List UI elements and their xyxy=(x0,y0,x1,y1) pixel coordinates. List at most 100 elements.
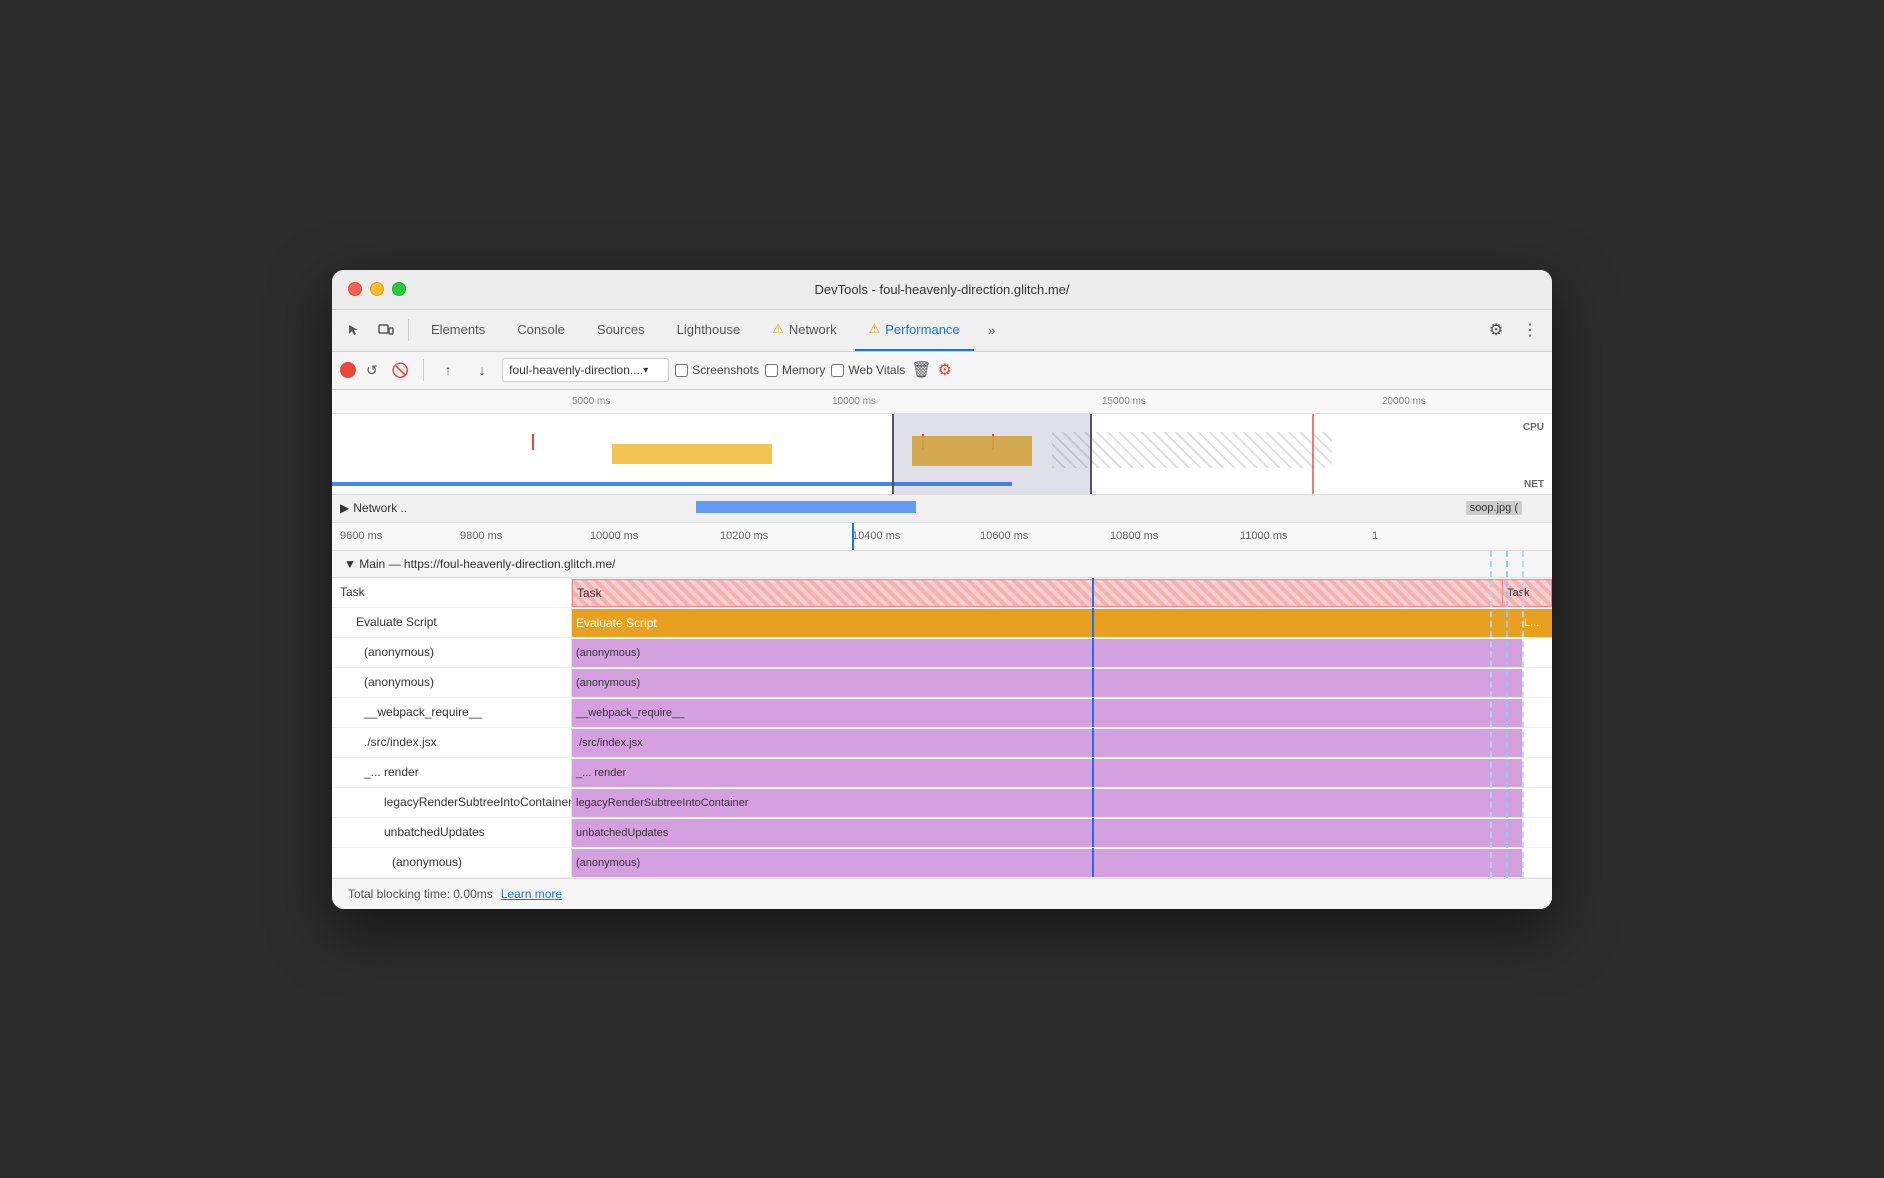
flame-bar-unbatched: unbatchedUpdates xyxy=(572,818,1552,847)
capture-settings-button[interactable]: ⚙ xyxy=(938,360,952,380)
reload-record-button[interactable]: ↺ xyxy=(362,360,382,381)
blue-line-evaluate xyxy=(1092,608,1094,637)
tick-10400: 10400 ms xyxy=(852,530,900,542)
memory-checkbox-group: Memory xyxy=(765,363,825,377)
devtools-window: DevTools - foul-heavenly-direction.glitc… xyxy=(332,270,1552,909)
red-marker-1 xyxy=(532,434,534,450)
toolbar-right: ⚙ ⋮ xyxy=(1482,316,1544,344)
tick-10000: 10000 ms xyxy=(832,396,876,407)
more-options-icon[interactable]: ⋮ xyxy=(1516,316,1544,344)
timeline-ruler-detail: 9600 ms 9800 ms 10000 ms 10200 ms 10400 … xyxy=(332,523,1552,551)
src-block: ./src/index.jsx xyxy=(572,729,1522,757)
flame-label-legacy: legacyRenderSubtreeIntoContainer xyxy=(332,788,572,817)
tick-5000: 5000 ms xyxy=(572,396,610,407)
flame-chart-header[interactable]: ▼ Main — https://foul-heavenly-direction… xyxy=(332,551,1552,578)
blue-line-src xyxy=(1092,728,1094,757)
performance-warning-icon: ⚠ xyxy=(869,321,881,337)
device-toggle-icon[interactable] xyxy=(372,316,400,344)
more-tabs-icon[interactable]: » xyxy=(978,316,1006,344)
flame-label-anon-2: (anonymous) xyxy=(332,668,572,697)
flame-bar-render: _... render xyxy=(572,758,1552,787)
flame-label-anon-bottom: (anonymous) xyxy=(332,848,572,877)
performance-toolbar: ↺ 🚫 ↑ ↓ foul-heavenly-direction.... ▾ Sc… xyxy=(332,352,1552,390)
tick-10200: 10200 ms xyxy=(720,530,768,542)
blue-line-webpack xyxy=(1092,698,1094,727)
flame-bar-anon-1: (anonymous) xyxy=(572,638,1552,667)
dashed-line-3 xyxy=(1522,551,1524,878)
tick-10800: 10800 ms xyxy=(1110,530,1158,542)
flame-row-src: ./src/index.jsx ./src/index.jsx xyxy=(332,728,1552,758)
tab-elements[interactable]: Elements xyxy=(417,309,499,351)
flame-bar-legacy: legacyRenderSubtreeIntoContainer xyxy=(572,788,1552,817)
expand-icon[interactable]: ▶ xyxy=(340,501,349,515)
screenshots-checkbox[interactable] xyxy=(675,364,688,377)
flame-row-legacy: legacyRenderSubtreeIntoContainer legacyR… xyxy=(332,788,1552,818)
render-block: _... render xyxy=(572,759,1522,787)
tab-sources[interactable]: Sources xyxy=(583,309,659,351)
tick-partial: 1 xyxy=(1372,530,1378,542)
blue-line-anon2 xyxy=(1092,668,1094,697)
tick-10000: 10000 ms xyxy=(590,530,638,542)
timeline-canvas[interactable]: CPU NET xyxy=(332,414,1552,494)
task-block-main: Task xyxy=(572,579,1522,607)
soop-label: soop.jpg ( xyxy=(1466,501,1522,515)
screenshots-checkbox-group: Screenshots xyxy=(675,363,759,377)
download-icon[interactable]: ↓ xyxy=(468,356,496,384)
tick-20000: 20000 ms xyxy=(1382,396,1426,407)
tab-performance[interactable]: ⚠ Performance xyxy=(855,309,974,351)
flame-bar-evaluate: Evaluate Script L... xyxy=(572,608,1552,637)
cursor-icon[interactable] xyxy=(340,316,368,344)
select-arrow-icon: ▾ xyxy=(643,365,648,376)
anon-bottom-block: (anonymous) xyxy=(572,849,1522,877)
minimize-button[interactable] xyxy=(370,282,384,296)
selection-overlay xyxy=(892,414,1092,494)
maximize-button[interactable] xyxy=(392,282,406,296)
blue-line-anon1 xyxy=(1092,638,1094,667)
flame-row-anon-bottom: (anonymous) (anonymous) xyxy=(332,848,1552,878)
network-bar-area xyxy=(546,495,1544,522)
flame-label-anon-1: (anonymous) xyxy=(332,638,572,667)
web-vitals-checkbox[interactable] xyxy=(831,364,844,377)
webpack-block: __webpack_require__ xyxy=(572,699,1522,727)
flame-row-render: _... render _... render xyxy=(332,758,1552,788)
flame-bar-webpack: __webpack_require__ xyxy=(572,698,1552,727)
titlebar: DevTools - foul-heavenly-direction.glitc… xyxy=(332,270,1552,310)
learn-more-link[interactable]: Learn more xyxy=(501,887,562,901)
flame-row-anon-1: (anonymous) (anonymous) xyxy=(332,638,1552,668)
tick-9600: 9600 ms xyxy=(340,530,382,542)
url-select[interactable]: foul-heavenly-direction.... ▾ xyxy=(502,358,669,382)
flame-label-unbatched: unbatchedUpdates xyxy=(332,818,572,847)
net-bar-blue xyxy=(696,501,916,513)
timeline-ruler-overview: 5000 ms 10000 ms 15000 ms 20000 ms xyxy=(332,390,1552,414)
task-block-end: Task xyxy=(1502,579,1552,607)
flame-label-evaluate: Evaluate Script xyxy=(332,608,572,637)
blocking-area xyxy=(1052,432,1332,468)
net-label: NET xyxy=(1524,479,1544,490)
record-button[interactable] xyxy=(340,362,356,378)
upload-icon[interactable]: ↑ xyxy=(434,356,462,384)
settings-icon[interactable]: ⚙ xyxy=(1482,316,1510,344)
flame-row-evaluate: Evaluate Script Evaluate Script L... xyxy=(332,608,1552,638)
memory-checkbox[interactable] xyxy=(765,364,778,377)
tick-11000: 11000 ms xyxy=(1240,530,1288,542)
divider2 xyxy=(423,359,424,381)
evaluate-block-end: L... xyxy=(1520,609,1552,637)
close-button[interactable] xyxy=(348,282,362,296)
flame-label-webpack: __webpack_require__ xyxy=(332,698,572,727)
cpu-activity-1 xyxy=(612,444,772,464)
flame-bar-anon-bottom: (anonymous) xyxy=(572,848,1552,877)
flame-label-src: ./src/index.jsx xyxy=(332,728,572,757)
red-vertical-line xyxy=(1312,414,1314,494)
blue-line-unbatched xyxy=(1092,818,1094,847)
clear-button[interactable]: 🚫 xyxy=(388,360,413,381)
blue-line-render xyxy=(1092,758,1094,787)
tab-lighthouse[interactable]: Lighthouse xyxy=(663,309,755,351)
traffic-lights xyxy=(348,282,406,296)
blue-line-anon-bottom xyxy=(1092,848,1094,877)
flame-label-render: _... render xyxy=(332,758,572,787)
delete-recording-button[interactable]: 🗑 xyxy=(911,360,931,380)
network-row-label: Network .. xyxy=(353,501,407,515)
flame-row-task: Task Task Task xyxy=(332,578,1552,608)
tab-network[interactable]: ⚠ Network xyxy=(758,309,850,351)
tab-console[interactable]: Console xyxy=(503,309,579,351)
